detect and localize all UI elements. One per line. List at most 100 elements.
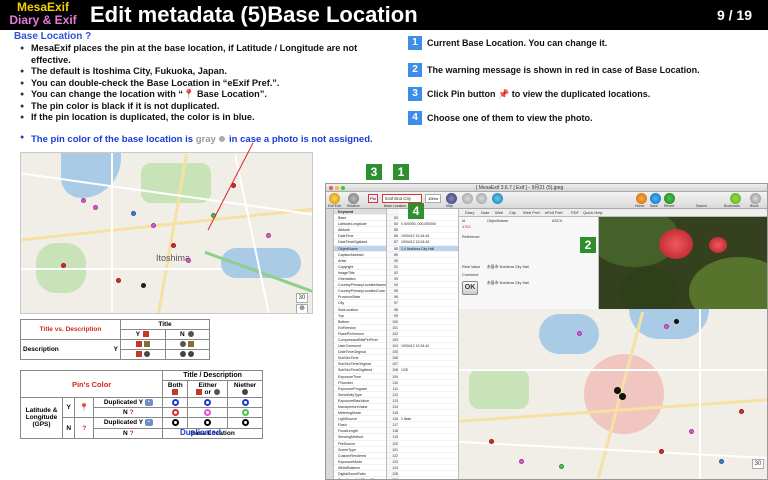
callout-badge: 4 xyxy=(408,203,424,219)
question-mark: ? xyxy=(74,417,95,439)
map-pin[interactable] xyxy=(81,198,86,203)
y-label: Y xyxy=(138,399,143,407)
map-pin[interactable] xyxy=(664,324,669,329)
map-pin[interactable] xyxy=(93,205,98,210)
latlon-label: Latitude & Longitude (GPS) xyxy=(20,397,63,439)
value-column[interactable]: 0.000000, 000.000000 19/04/12 13:24:43 19/… xyxy=(399,209,459,479)
map-zoom-control[interactable]: ⊕ xyxy=(296,304,308,313)
map-pin[interactable] xyxy=(559,464,564,469)
toolbar-label: Bookmark xyxy=(724,204,740,208)
edit-all-icon[interactable] xyxy=(492,193,503,204)
toolbar-label: Block xyxy=(750,204,759,208)
relative-icon[interactable] xyxy=(348,193,359,204)
bookmark-icon[interactable] xyxy=(730,193,741,204)
no-title-icon xyxy=(187,331,194,338)
tab-pdf[interactable]: PDF xyxy=(571,210,579,215)
tab-quick-help[interactable]: Quick Help xyxy=(583,210,603,215)
table-row-label: Description Y xyxy=(20,339,121,360)
road xyxy=(21,268,221,270)
n-label: N xyxy=(123,409,128,417)
map-pin[interactable] xyxy=(739,409,744,414)
map-pin[interactable] xyxy=(116,278,121,283)
pin-button-icon: ▪ xyxy=(144,419,153,427)
map-pin[interactable] xyxy=(131,211,136,216)
map-pin[interactable] xyxy=(719,459,724,464)
table-cell: N xyxy=(164,329,210,340)
map-pin[interactable] xyxy=(659,449,664,454)
step-number: 2 xyxy=(408,63,422,77)
map-pin[interactable] xyxy=(266,233,271,238)
duplicated-label: Duplicated xyxy=(103,399,138,407)
tab-web-pref[interactable]: Web Pref. xyxy=(523,210,541,215)
keyword-list[interactable]: Keyword Base LatitudeLongitude Altitude Dat… xyxy=(334,209,387,479)
map-pin[interactable] xyxy=(61,263,66,268)
step-text: Current Base Location. You can change it… xyxy=(427,38,608,48)
step-text: Choose one of them to view the photo. xyxy=(427,113,593,123)
foliage xyxy=(689,257,767,309)
map-pin[interactable] xyxy=(186,258,191,263)
save-icon[interactable] xyxy=(650,193,661,204)
no-desc-icon xyxy=(143,351,150,358)
pin-color-cell xyxy=(187,396,229,409)
title-description-table: Title vs. Description Title Y N Descript… xyxy=(20,319,210,360)
redo-icon[interactable] xyxy=(476,193,487,204)
exif-edit-icon[interactable] xyxy=(329,193,340,204)
lake-water xyxy=(539,314,599,354)
map-pin[interactable] xyxy=(231,183,236,188)
revert-icon[interactable] xyxy=(664,193,675,204)
gray-pin-icon xyxy=(219,136,226,143)
road xyxy=(459,369,767,371)
base-location-pin[interactable] xyxy=(141,283,146,288)
map-pin[interactable] xyxy=(171,243,176,248)
map-icon[interactable] xyxy=(446,193,457,204)
detail-reference: Reference xyxy=(462,235,480,239)
photo-preview xyxy=(599,217,767,309)
base-location-pin[interactable] xyxy=(619,393,626,400)
map-pin[interactable] xyxy=(489,439,494,444)
table-cell xyxy=(164,349,210,360)
black-pin-icon xyxy=(241,419,249,427)
pin-button[interactable]: Pin xyxy=(368,194,378,203)
map-pin[interactable] xyxy=(689,429,694,434)
tab-diary[interactable]: Diary xyxy=(465,210,474,215)
map-zoom-indicator: 30 xyxy=(296,293,308,303)
detail-id-value: 4763 xyxy=(462,225,471,229)
undo-icon[interactable] xyxy=(462,193,473,204)
table-header: Title xyxy=(120,319,210,330)
pin-color-table: Pin's Color Title / Description Both Eit… xyxy=(19,370,263,439)
map-pin[interactable] xyxy=(674,319,679,324)
park-area xyxy=(469,369,529,409)
base-location-select[interactable]: Itoshima City xyxy=(382,194,422,203)
pin-color-cell xyxy=(227,407,263,419)
zoom-window-icon[interactable] xyxy=(341,186,345,190)
tab-note[interactable]: Note xyxy=(481,210,489,215)
tab-web[interactable]: Web xyxy=(495,210,503,215)
either-label: Either xyxy=(198,382,217,389)
overview-map[interactable]: Itoshima 30 ⊕ xyxy=(20,152,313,314)
minimize-window-icon[interactable] xyxy=(335,186,339,190)
map-pin[interactable] xyxy=(519,459,524,464)
question-mark: ? xyxy=(129,409,134,417)
question-mark: ? xyxy=(129,429,134,437)
table-cell xyxy=(120,349,166,360)
red-flower xyxy=(659,229,693,259)
close-window-icon[interactable] xyxy=(329,186,333,190)
bullet-item: The default is Itoshima City, Fukuoka, J… xyxy=(20,66,390,78)
map-pin[interactable] xyxy=(577,331,582,336)
city-label: Itoshima xyxy=(156,253,191,263)
tab-bar: Diary Note Web Clip Web Pref. eExif Pref… xyxy=(459,209,767,217)
ok-button[interactable]: OK xyxy=(462,281,478,295)
block-icon[interactable] xyxy=(750,193,761,204)
zoom-select[interactable]: 100m xyxy=(425,194,441,203)
page-number: 9 / 19 xyxy=(716,7,752,23)
home-icon[interactable] xyxy=(636,193,647,204)
tab-clip[interactable]: Clip xyxy=(509,210,516,215)
map-pin[interactable] xyxy=(211,213,216,218)
tab-eexif-pref[interactable]: eExif Pref. xyxy=(545,210,563,215)
duplicated-cell: Duplicated Y ▪ xyxy=(93,417,164,429)
toolbar-label: Revert xyxy=(664,204,675,208)
app-map[interactable]: 30 xyxy=(459,309,767,479)
black-pin-icon xyxy=(171,419,179,427)
title-icon xyxy=(142,331,149,338)
map-pin[interactable] xyxy=(151,223,156,228)
